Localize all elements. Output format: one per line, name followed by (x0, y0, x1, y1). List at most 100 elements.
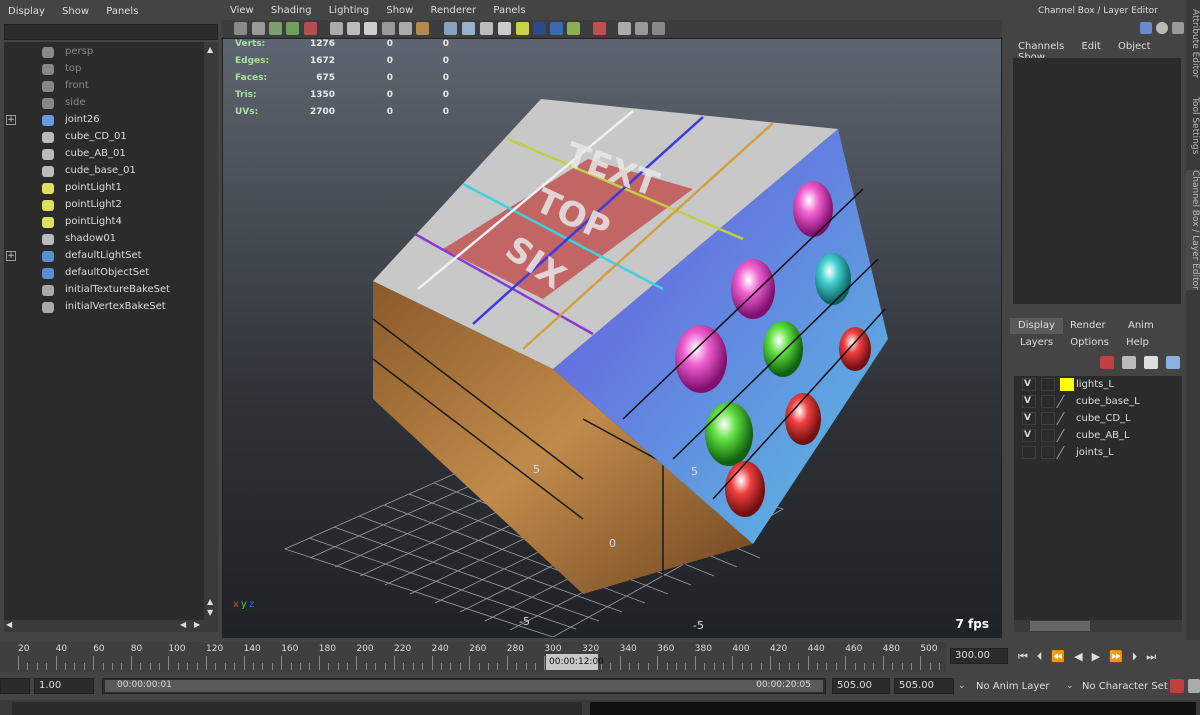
auto-key-icon[interactable] (1170, 679, 1184, 693)
go-to-end-icon[interactable]: ⏭ (1146, 650, 1165, 663)
outliner-vscrollbar[interactable]: ▲ ▲ ▼ (204, 42, 218, 620)
wireframe-icon[interactable] (330, 22, 343, 35)
anim-start-field[interactable] (0, 678, 30, 694)
wire-on-shaded-icon[interactable] (462, 22, 475, 35)
scroll-up-icon[interactable]: ▲ (207, 45, 213, 54)
outliner-item[interactable]: pointLight4 (4, 214, 204, 231)
motion-blur-icon[interactable] (567, 22, 580, 35)
outliner-item[interactable]: pointLight2 (4, 197, 204, 214)
menu-panels[interactable]: Panels (493, 5, 525, 16)
tab-channel-box[interactable]: Channel Box / Layer Editor (1186, 170, 1200, 290)
safe-frame-icon[interactable] (652, 22, 665, 35)
outliner-item[interactable]: defaultObjectSet (4, 265, 204, 282)
shaded-wireframe-icon[interactable] (364, 22, 377, 35)
tab-attribute-editor[interactable]: Attribute Editor (1186, 4, 1200, 84)
hq-render-icon[interactable] (533, 22, 546, 35)
step-forward-icon[interactable]: ⏩ (1109, 650, 1132, 663)
layer-hscrollbar[interactable] (1014, 620, 1182, 632)
playback-end-field[interactable]: 505.00 (832, 678, 890, 694)
scroll-right-icon[interactable]: ▶ (194, 620, 200, 629)
go-to-start-icon[interactable]: ⏮ (1018, 650, 1037, 663)
anim-layer-dropdown[interactable]: No Anim Layer (976, 681, 1050, 692)
display-type-toggle[interactable] (1041, 446, 1055, 459)
layer-color-swatch[interactable] (1056, 412, 1078, 425)
menu-channels[interactable]: Channels (1018, 41, 1064, 52)
character-set-dropdown[interactable]: No Character Set (1082, 681, 1168, 692)
tab-anim[interactable]: Anim (1120, 318, 1162, 334)
step-back-key-icon[interactable]: ⏴ (1037, 650, 1052, 663)
outliner-item[interactable]: cube_AB_01 (4, 146, 204, 163)
outliner-item[interactable]: initialTextureBakeSet (4, 282, 204, 299)
outliner-item[interactable]: initialVertexBakeSet (4, 299, 204, 316)
tab-tool-settings[interactable]: Tool Settings (1186, 96, 1200, 156)
step-back-icon[interactable]: ⏪ (1051, 650, 1074, 663)
layer-row[interactable]: V lights_L (1014, 376, 1182, 393)
command-line[interactable] (0, 700, 1200, 715)
lights-icon[interactable] (399, 22, 412, 35)
cube-view-icon[interactable] (618, 22, 631, 35)
image-plane-icon[interactable] (286, 22, 299, 35)
ambient-occlusion-icon[interactable] (550, 22, 563, 35)
resolution-gate-icon[interactable] (635, 22, 648, 35)
layer-color-swatch[interactable] (1056, 429, 1078, 442)
dropdown-arrow-icon[interactable]: ⌄ (1066, 681, 1074, 691)
tab-render[interactable]: Render (1062, 318, 1114, 334)
menu-object[interactable]: Object (1118, 41, 1151, 52)
outliner-item[interactable]: front (4, 78, 204, 95)
layer-row[interactable]: V cube_AB_L (1014, 427, 1182, 444)
xray-icon[interactable] (416, 22, 429, 35)
scroll-up-icon[interactable]: ▲ (207, 597, 213, 606)
scroll-thumb[interactable] (1030, 621, 1090, 631)
range-slider[interactable]: 00:00:00:01 00:00:20:05 (102, 678, 826, 694)
isolate-icon[interactable] (444, 22, 457, 35)
outliner-item[interactable]: cude_base_01 (4, 163, 204, 180)
outliner-item[interactable]: shadow01 (4, 231, 204, 248)
range-thumb[interactable] (105, 680, 823, 692)
backface-icon[interactable] (480, 22, 493, 35)
visibility-toggle[interactable] (1022, 446, 1036, 459)
preferences-icon[interactable] (1188, 679, 1200, 693)
menu-renderer[interactable]: Renderer (431, 5, 477, 16)
menu-help[interactable]: Help (1126, 337, 1149, 348)
tab-display[interactable]: Display (1010, 318, 1063, 334)
layer-color-swatch[interactable] (1056, 446, 1078, 459)
display-type-toggle[interactable] (1041, 378, 1055, 391)
outliner-item[interactable]: top (4, 61, 204, 78)
textured-icon[interactable] (382, 22, 395, 35)
layer-row[interactable]: joints_L (1014, 444, 1182, 461)
expand-icon[interactable]: + (6, 251, 16, 261)
camera-select-icon[interactable] (234, 22, 247, 35)
layer-row[interactable]: V cube_base_L (1014, 393, 1182, 410)
play-forward-icon[interactable]: ▶ (1092, 650, 1109, 663)
new-layer-icon[interactable] (1100, 356, 1114, 369)
menu-display[interactable]: Display (8, 6, 45, 17)
outliner-filter-input[interactable] (4, 24, 218, 40)
display-type-toggle[interactable] (1041, 412, 1055, 425)
menu-show[interactable]: Show (386, 5, 413, 16)
menu-lighting[interactable]: Lighting (329, 5, 369, 16)
play-back-icon[interactable]: ◀ (1074, 650, 1091, 663)
playback-start-field[interactable]: 1.00 (34, 678, 94, 694)
anim-end-field[interactable]: 505.00 (894, 678, 954, 694)
expand-icon[interactable]: + (6, 115, 16, 125)
toggle-icon[interactable] (1156, 22, 1168, 34)
smooth-shade-icon[interactable] (347, 22, 360, 35)
outliner-item[interactable]: side (4, 95, 204, 112)
layer-stack-icon[interactable] (1122, 356, 1136, 369)
dropdown-arrow-icon[interactable]: ⌄ (958, 681, 966, 691)
select-camera-icon[interactable] (593, 22, 606, 35)
channel-box-area[interactable] (1013, 58, 1181, 304)
create-layer-icon[interactable] (1144, 356, 1158, 369)
menu-view[interactable]: View (230, 5, 254, 16)
camera-attributes-icon[interactable] (252, 22, 265, 35)
menu-show[interactable]: Show (62, 6, 89, 17)
grid-icon[interactable] (304, 22, 317, 35)
layout-icon[interactable] (1172, 22, 1184, 34)
display-type-toggle[interactable] (1041, 429, 1055, 442)
layer-color-swatch[interactable] (1056, 395, 1078, 408)
outliner-item[interactable]: pointLight1 (4, 180, 204, 197)
outliner-item[interactable]: + defaultLightSet (4, 248, 204, 265)
layer-color-swatch[interactable] (1060, 378, 1074, 391)
command-input[interactable] (12, 702, 582, 715)
step-forward-key-icon[interactable]: ⏵ (1132, 650, 1147, 663)
